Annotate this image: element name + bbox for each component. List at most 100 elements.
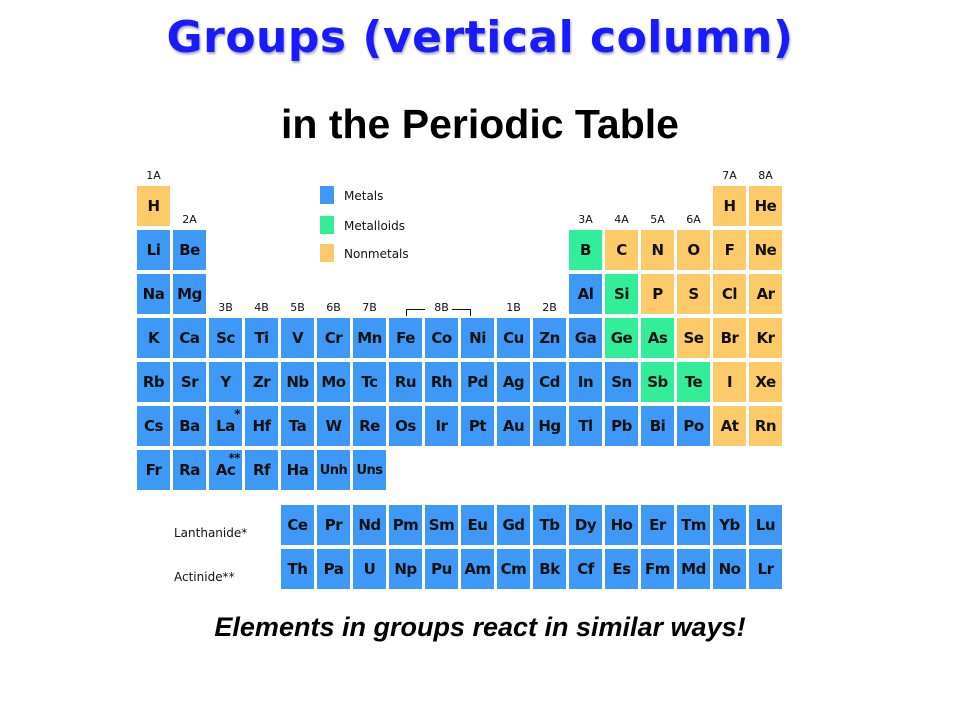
element-symbol: Rh xyxy=(430,373,453,391)
element-he: He xyxy=(749,186,782,226)
element-ga: Ga xyxy=(569,318,602,358)
element-symbol: Ge xyxy=(610,329,633,347)
element-symbol: Fm xyxy=(645,560,670,578)
element-symbol: I xyxy=(726,373,733,391)
element-symbol: U xyxy=(363,560,376,578)
element-ta: Ta xyxy=(281,406,314,446)
legend-swatch-metalloids xyxy=(320,216,334,234)
element-ar: Ar xyxy=(749,274,782,314)
element-symbol: Nb xyxy=(286,373,309,391)
tagline: Elements in groups react in similar ways… xyxy=(214,612,746,642)
element-symbol: Th xyxy=(287,560,308,578)
element-symbol: Nd xyxy=(358,516,381,534)
element-symbol: Ce xyxy=(287,516,308,534)
element-i: I xyxy=(713,362,746,402)
element-symbol: Es xyxy=(612,560,631,578)
element-k: K xyxy=(137,318,170,358)
element-cd: Cd xyxy=(533,362,566,402)
element-zn: Zn xyxy=(533,318,566,358)
element-cu: Cu xyxy=(497,318,530,358)
element-mo: Mo xyxy=(317,362,350,402)
element-pb: Pb xyxy=(605,406,638,446)
element-symbol: Ag xyxy=(502,373,525,391)
element-unh: Unh xyxy=(317,450,350,490)
actinide-label: Actinide** xyxy=(174,570,235,584)
element-pa: Pa xyxy=(317,549,350,589)
element-pd: Pd xyxy=(461,362,494,402)
element-symbol: Mn xyxy=(357,329,382,347)
element-li: Li xyxy=(137,230,170,270)
element-lr: Lr xyxy=(749,549,782,589)
element-symbol: Cm xyxy=(500,560,527,578)
element-symbol: Mg xyxy=(177,285,202,303)
element-symbol: Ar xyxy=(756,285,775,303)
element-symbol: K xyxy=(147,329,160,347)
element-symbol: Y xyxy=(220,373,231,391)
element-symbol: Hg xyxy=(538,417,561,435)
element-symbol: Md xyxy=(681,560,706,578)
element-symbol: As xyxy=(647,329,668,347)
element-symbol: He xyxy=(754,197,777,215)
element-symbol: Ne xyxy=(754,241,777,259)
element-f: F xyxy=(713,230,746,270)
element-cs: Cs xyxy=(137,406,170,446)
element-symbol: Pb xyxy=(611,417,632,435)
element-os: Os xyxy=(389,406,422,446)
element-no: No xyxy=(713,549,746,589)
element-nd: Nd xyxy=(353,505,386,545)
element-symbol: Pa xyxy=(323,560,344,578)
element-symbol: Na xyxy=(142,285,165,303)
element-symbol: Ru xyxy=(394,373,417,391)
element-pu: Pu xyxy=(425,549,458,589)
element-xe: Xe xyxy=(749,362,782,402)
element-h: H xyxy=(137,186,170,226)
element-ce: Ce xyxy=(281,505,314,545)
element-c: C xyxy=(605,230,638,270)
legend-swatch-nonmetals xyxy=(320,244,334,262)
element-symbol: Rn xyxy=(754,417,777,435)
element-symbol: Uns xyxy=(356,462,383,478)
element-symbol: Er xyxy=(649,516,666,534)
group-label-1a: 1A xyxy=(146,169,161,182)
element-n: N xyxy=(641,230,674,270)
element-yb: Yb xyxy=(713,505,746,545)
element-symbol: Cf xyxy=(577,560,594,578)
group-label-2b: 2B xyxy=(542,301,557,314)
element-cl: Cl xyxy=(713,274,746,314)
element-symbol: Gd xyxy=(502,516,525,534)
element-symbol: No xyxy=(718,560,741,578)
element-symbol: Dy xyxy=(574,516,597,534)
element-np: Np xyxy=(389,549,422,589)
element-o: O xyxy=(677,230,710,270)
element-rn: Rn xyxy=(749,406,782,446)
element-na: Na xyxy=(137,274,170,314)
element-as: As xyxy=(641,318,674,358)
element-cm: Cm xyxy=(497,549,530,589)
element-symbol: In xyxy=(577,373,594,391)
group-label-5b: 5B xyxy=(290,301,305,314)
element-symbol: Ho xyxy=(610,516,633,534)
element-symbol: Ni xyxy=(469,329,486,347)
element-symbol: Rf xyxy=(252,461,271,479)
element-cf: Cf xyxy=(569,549,602,589)
element-uns: Uns xyxy=(353,450,386,490)
element-fm: Fm xyxy=(641,549,674,589)
element-tm: Tm xyxy=(677,505,710,545)
element-symbol: Te xyxy=(684,373,703,391)
element-symbol: Ca xyxy=(179,329,200,347)
element-symbol: Cs xyxy=(144,417,163,435)
element-sn: Sn xyxy=(605,362,638,402)
element-symbol: Sr xyxy=(180,373,199,391)
legend-label-metals: Metals xyxy=(344,189,384,203)
legend-label-nonmetals: Nonmetals xyxy=(344,247,409,261)
element-eu: Eu xyxy=(461,505,494,545)
element-ag: Ag xyxy=(497,362,530,402)
element-v: V xyxy=(281,318,314,358)
element-p: P xyxy=(641,274,674,314)
element-symbol: Pu xyxy=(431,560,452,578)
element-symbol: Ga xyxy=(574,329,597,347)
element-symbol: Au xyxy=(502,417,525,435)
element-symbol: Ir xyxy=(435,417,448,435)
element-ba: Ba xyxy=(173,406,206,446)
element-symbol: Cr xyxy=(324,329,343,347)
